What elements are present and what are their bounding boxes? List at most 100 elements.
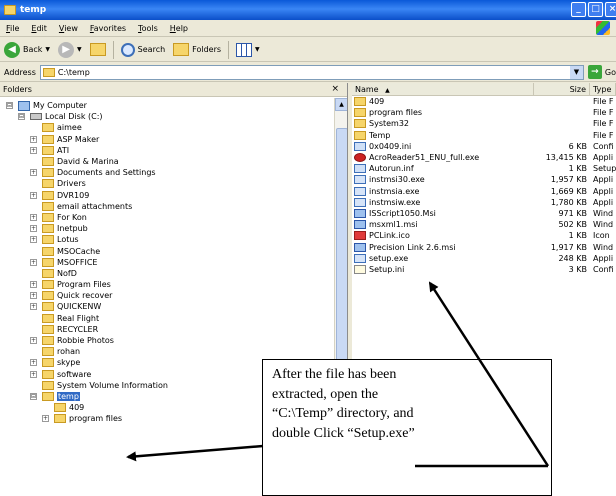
back-button[interactable]: ◀ Back ▼ — [0, 39, 54, 61]
file-name: Autorun.inf — [369, 164, 414, 174]
tree-item[interactable]: NofD — [0, 268, 334, 279]
menu-help[interactable]: Help — [164, 24, 194, 33]
tree-item[interactable]: + Robbie Photos — [0, 335, 334, 346]
tree-expander-icon[interactable]: + — [30, 337, 37, 345]
tree-expander-icon[interactable]: + — [30, 359, 37, 367]
tree-expander-icon[interactable]: + — [30, 135, 37, 143]
tree-item[interactable]: aimee — [0, 122, 334, 133]
tree-expander-icon[interactable]: + — [30, 292, 37, 300]
file-row[interactable]: 409 File F — [352, 96, 616, 107]
file-name: Precision Link 2.6.msi — [369, 242, 456, 252]
tree-item-label: email attachments — [57, 201, 133, 211]
tree-expander-icon[interactable]: ⊟ — [6, 102, 13, 110]
menu-tools[interactable]: Tools — [132, 24, 164, 33]
close-button[interactable]: × — [605, 2, 616, 17]
tree-item[interactable]: + For Kon — [0, 212, 334, 223]
menu-favorites[interactable]: Favorites — [84, 24, 132, 33]
file-row[interactable]: setup.exe 248 KB Appli — [352, 253, 616, 264]
tree-expander-icon[interactable]: + — [30, 258, 37, 266]
views-button[interactable]: ▼ — [232, 39, 264, 61]
tree-expander-icon[interactable]: + — [30, 281, 37, 289]
tree-item[interactable]: ⊟ My Computer — [0, 100, 334, 111]
tree-item[interactable]: David & Marina — [0, 156, 334, 167]
ico-file-icon — [354, 231, 366, 241]
tree-item-label: David & Marina — [57, 157, 119, 167]
file-list-header: Name ▲ Size Type — [352, 83, 616, 96]
file-row[interactable]: instmsia.exe 1,669 KB Appli — [352, 186, 616, 197]
tree-expander-icon[interactable]: ⊟ — [18, 113, 25, 121]
file-name: program files — [369, 108, 423, 118]
minimize-button[interactable]: _ — [571, 2, 586, 17]
file-row[interactable]: Precision Link 2.6.msi 1,917 KB Wind — [352, 241, 616, 252]
tree-item[interactable]: + Documents and Settings — [0, 167, 334, 178]
tree-item-label: rohan — [57, 347, 81, 357]
file-row[interactable]: PCLink.ico 1 KB Icon — [352, 230, 616, 241]
tree-item[interactable]: email attachments — [0, 201, 334, 212]
tree-item[interactable]: Drivers — [0, 178, 334, 189]
tree-expander-icon[interactable]: + — [30, 146, 37, 154]
tree-expander-icon[interactable]: + — [30, 370, 37, 378]
file-row[interactable]: Setup.ini 3 KB Confi — [352, 264, 616, 275]
tree-item[interactable]: + Program Files — [0, 279, 334, 290]
search-button[interactable]: Search — [117, 39, 169, 61]
tree-item[interactable]: + Lotus — [0, 234, 334, 245]
forward-button[interactable]: ▶ ▼ — [54, 39, 86, 61]
tree-item[interactable]: RECYCLER — [0, 324, 334, 335]
file-name: instmsia.exe — [369, 186, 420, 196]
tree-item[interactable]: + DVR109 — [0, 190, 334, 201]
file-row[interactable]: 0x0409.ini 6 KB Confi — [352, 141, 616, 152]
file-row[interactable]: Autorun.inf 1 KB Setup — [352, 163, 616, 174]
file-row[interactable]: AcroReader51_ENU_full.exe 13,415 KB Appli — [352, 152, 616, 163]
file-row[interactable]: Temp File F — [352, 130, 616, 141]
tree-expander-icon[interactable]: + — [30, 236, 37, 244]
tree-item[interactable]: rohan — [0, 346, 334, 357]
tree-item[interactable]: MSOCache — [0, 245, 334, 256]
tree-item[interactable]: + QUICKENW — [0, 301, 334, 312]
address-input[interactable]: C:\temp ▼ — [39, 64, 584, 80]
tree-expander-icon[interactable]: ⊟ — [30, 392, 37, 400]
folders-button[interactable]: Folders — [169, 39, 225, 61]
tree-item[interactable]: Real Flight — [0, 313, 334, 324]
up-folder-button[interactable] — [86, 39, 110, 61]
window-title: temp — [20, 5, 47, 15]
file-row[interactable]: msxml1.msi 502 KB Wind — [352, 219, 616, 230]
title-bar[interactable]: temp _ □ × — [0, 0, 616, 20]
file-row[interactable]: instmsi30.exe 1,957 KB Appli — [352, 174, 616, 185]
menu-edit[interactable]: Edit — [25, 24, 53, 33]
file-row[interactable]: System32 File F — [352, 118, 616, 129]
file-name-cell: instmsia.exe — [352, 186, 534, 196]
tree-item-label: ASP Maker — [57, 134, 100, 144]
folder-icon — [42, 201, 54, 211]
close-icon[interactable]: × — [331, 84, 339, 94]
menu-file[interactable]: File — [0, 24, 25, 33]
tree-item[interactable]: + ATI — [0, 145, 334, 156]
column-header-type[interactable]: Type — [590, 83, 616, 95]
chevron-down-icon[interactable]: ▼ — [569, 65, 583, 79]
column-header-size[interactable]: Size — [534, 83, 590, 95]
file-row[interactable]: ISScript1050.Msi 971 KB Wind — [352, 208, 616, 219]
tree-expander-icon[interactable]: + — [30, 191, 37, 199]
folder-icon — [42, 67, 55, 77]
file-row[interactable]: instmsiw.exe 1,780 KB Appli — [352, 197, 616, 208]
tree-expander-icon[interactable]: + — [30, 169, 37, 177]
tree-item[interactable]: + ASP Maker — [0, 134, 334, 145]
tree-expander-icon[interactable]: + — [30, 303, 37, 311]
msi-icon — [354, 242, 366, 252]
folders-icon — [173, 43, 190, 56]
tree-expander-icon[interactable]: + — [30, 225, 37, 233]
column-header-name[interactable]: Name ▲ — [352, 83, 534, 95]
go-button[interactable]: → Go — [587, 65, 616, 79]
folder-icon — [354, 97, 366, 107]
tree-expander-icon[interactable]: + — [42, 415, 49, 423]
tree-item[interactable]: + MSOFFICE — [0, 257, 334, 268]
chevron-down-icon: ▼ — [255, 46, 260, 53]
menu-view[interactable]: View — [53, 24, 84, 33]
address-value: C:\temp — [57, 67, 90, 77]
tree-item[interactable]: ⊟ Local Disk (C:) — [0, 111, 334, 122]
tree-item[interactable]: + Inetpub — [0, 223, 334, 234]
maximize-button[interactable]: □ — [588, 2, 603, 17]
file-row[interactable]: program files File F — [352, 107, 616, 118]
scroll-up-icon[interactable]: ▲ — [335, 98, 347, 111]
tree-expander-icon[interactable]: + — [30, 213, 37, 221]
tree-item[interactable]: + Quick recover — [0, 290, 334, 301]
